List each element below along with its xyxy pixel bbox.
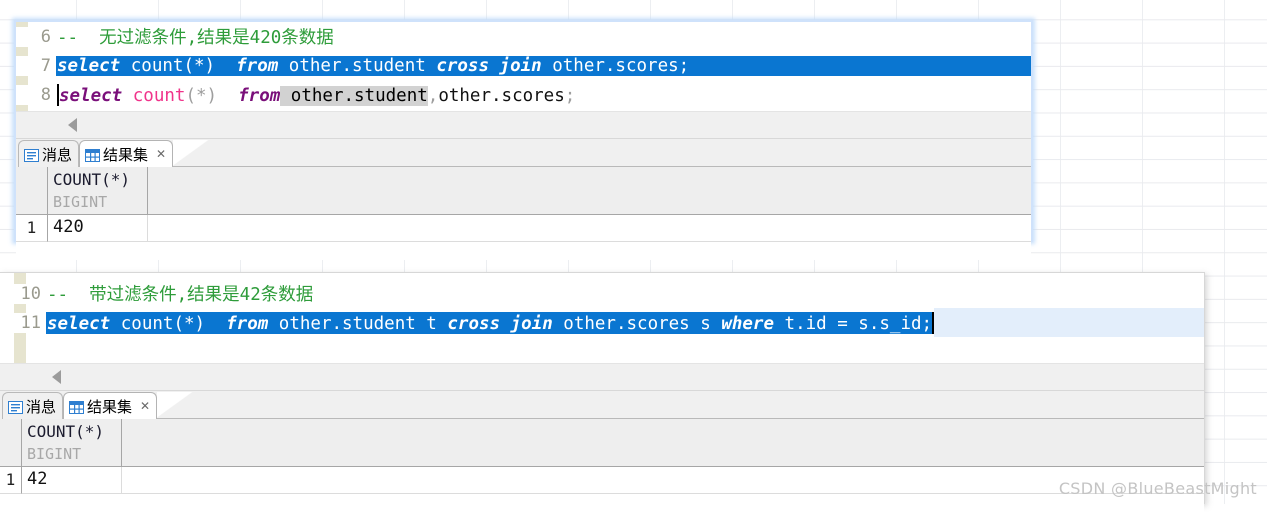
sql-table-2: other.scores; (541, 55, 690, 76)
code-editor-top[interactable]: 6 -- 无过滤条件,结果是420条数据 7 select count(*) f… (16, 22, 1031, 111)
code-line[interactable]: 6 -- 无过滤条件,结果是420条数据 (16, 22, 1031, 51)
message-icon (8, 400, 23, 414)
cell-count-value[interactable]: 420 (48, 215, 148, 242)
tab-messages-label: 消息 (42, 145, 73, 164)
editor-horizontal-scrollbar-bottom[interactable] (0, 363, 1204, 390)
sql-table-2: other.scores s (552, 313, 722, 334)
sql-where-condition: t.id = s.s_id; (774, 313, 933, 334)
sql-editor-panel-top: 6 -- 无过滤条件,结果是420条数据 7 select count(*) f… (14, 20, 1033, 260)
sql-comment: -- 带过滤条件,结果是42条数据 (47, 285, 314, 305)
scroll-left-arrow-icon[interactable] (52, 370, 61, 384)
sql-parens: (*) (183, 55, 216, 76)
tab-messages[interactable]: 消息 (18, 140, 80, 167)
row-number: 1 (16, 215, 48, 242)
tab-messages-label: 消息 (26, 397, 57, 416)
sql-keyword-from: from (205, 313, 269, 334)
close-icon[interactable]: ✕ (140, 399, 150, 413)
sql-semicolon: ; (564, 85, 576, 106)
code-content[interactable]: -- 无过滤条件,结果是420条数据 (56, 24, 1031, 49)
grid-empty-area (16, 242, 1031, 260)
sql-comma: , (427, 85, 439, 106)
code-content-selected[interactable]: select count(*) from other.student cross… (56, 55, 1031, 76)
sql-keyword-select: select (47, 313, 111, 334)
code-content-selected[interactable]: select count(*) from other.student t cro… (46, 311, 935, 334)
grid-empty-area (0, 494, 1204, 512)
result-grid-icon (69, 400, 85, 414)
tabbar-tail (157, 392, 194, 419)
tab-result-set-label: 结果集 (103, 145, 149, 164)
code-line[interactable]: 11 select count(*) from other.student t … (0, 308, 1204, 337)
result-grid-bottom[interactable]: COUNT(*) BIGINT 1 42 (0, 419, 1204, 512)
column-name: COUNT(*) (53, 170, 131, 189)
line-number: 6 (16, 26, 56, 47)
sql-table-2: other.scores (438, 85, 565, 106)
result-grid-top[interactable]: COUNT(*) BIGINT 1 420 (16, 167, 1031, 260)
code-lines-bottom: 10 -- 带过滤条件,结果是42条数据 11 select count(*) … (0, 273, 1204, 337)
sql-keyword-select: select (59, 85, 123, 106)
column-header-count[interactable]: COUNT(*) BIGINT (22, 419, 122, 467)
line-number: 10 (0, 283, 46, 304)
tabbar-filler (193, 393, 1204, 419)
cell-filler (122, 467, 1204, 494)
tab-result-set-label: 结果集 (87, 397, 133, 416)
column-type: BIGINT (27, 445, 82, 463)
scroll-left-arrow-icon[interactable] (68, 118, 77, 132)
code-editor-bottom[interactable]: 10 -- 带过滤条件,结果是42条数据 11 select count(*) … (0, 273, 1204, 363)
sql-table-1: other.student t (268, 313, 448, 334)
cell-filler (148, 215, 1031, 242)
message-icon (24, 148, 39, 162)
line-number: 11 (0, 312, 46, 333)
code-line[interactable]: 8 select count(*) from other.student,oth… (16, 80, 1031, 109)
sql-keyword-where: where (721, 313, 775, 334)
code-line[interactable]: 7 select count(*) from other.student cro… (16, 51, 1031, 80)
line-number: 7 (16, 55, 56, 76)
text-caret (932, 311, 935, 334)
result-tabbar-bottom: 消息 结果集 ✕ (0, 390, 1204, 419)
result-grid-header: COUNT(*) BIGINT (16, 167, 1031, 215)
editor-horizontal-scrollbar-top[interactable] (16, 111, 1031, 138)
cell-count-value[interactable]: 42 (22, 467, 122, 494)
row-header-corner (16, 167, 48, 215)
sql-comment: -- 无过滤条件,结果是420条数据 (57, 28, 334, 48)
result-grid-icon (85, 148, 101, 162)
close-icon[interactable]: ✕ (156, 147, 166, 161)
sql-parens: (*) (173, 313, 206, 334)
sql-editor-panel-bottom: 10 -- 带过滤条件,结果是42条数据 11 select count(*) … (0, 272, 1205, 512)
sql-keyword-cross-join: cross join (447, 313, 553, 334)
sql-parens: (*) (185, 85, 218, 106)
tabbar-tail (173, 140, 210, 167)
sql-function-count: count (120, 55, 184, 76)
code-line[interactable]: 10 -- 带过滤条件,结果是42条数据 (0, 279, 1204, 308)
column-header-count[interactable]: COUNT(*) BIGINT (48, 167, 148, 215)
sql-table-1-highlight: other.student (280, 85, 428, 106)
sql-table-1: other.student (278, 55, 437, 76)
code-content[interactable]: select count(*) from other.student,other… (56, 83, 1031, 106)
code-lines-top: 6 -- 无过滤条件,结果是420条数据 7 select count(*) f… (16, 22, 1031, 109)
result-tabbar-top: 消息 结果集 ✕ (16, 138, 1031, 167)
column-header-filler (148, 167, 1031, 215)
line-number: 8 (16, 84, 56, 105)
sql-keyword-cross-join: cross join (436, 55, 542, 76)
sql-function-count: count (122, 85, 186, 106)
table-row[interactable]: 1 420 (16, 215, 1031, 242)
sql-keyword-from: from (215, 55, 279, 76)
sql-function-count: count (110, 313, 174, 334)
tab-result-set[interactable]: 结果集 ✕ (79, 140, 174, 167)
sql-keyword-from: from (217, 85, 281, 106)
column-type: BIGINT (53, 193, 108, 211)
selection-trailing (934, 308, 1204, 337)
watermark: CSDN @BlueBeastMight (1058, 479, 1257, 498)
row-number: 1 (0, 467, 22, 494)
sql-keyword-select: select (57, 55, 121, 76)
code-content[interactable]: -- 带过滤条件,结果是42条数据 (46, 281, 1204, 306)
result-grid-header: COUNT(*) BIGINT (0, 419, 1204, 467)
column-header-filler (122, 419, 1204, 467)
tab-messages[interactable]: 消息 (2, 392, 64, 419)
tabbar-filler (209, 141, 1031, 167)
table-row[interactable]: 1 42 (0, 467, 1204, 494)
column-name: COUNT(*) (27, 422, 105, 441)
tab-result-set[interactable]: 结果集 ✕ (63, 392, 158, 419)
row-header-corner (0, 419, 22, 467)
